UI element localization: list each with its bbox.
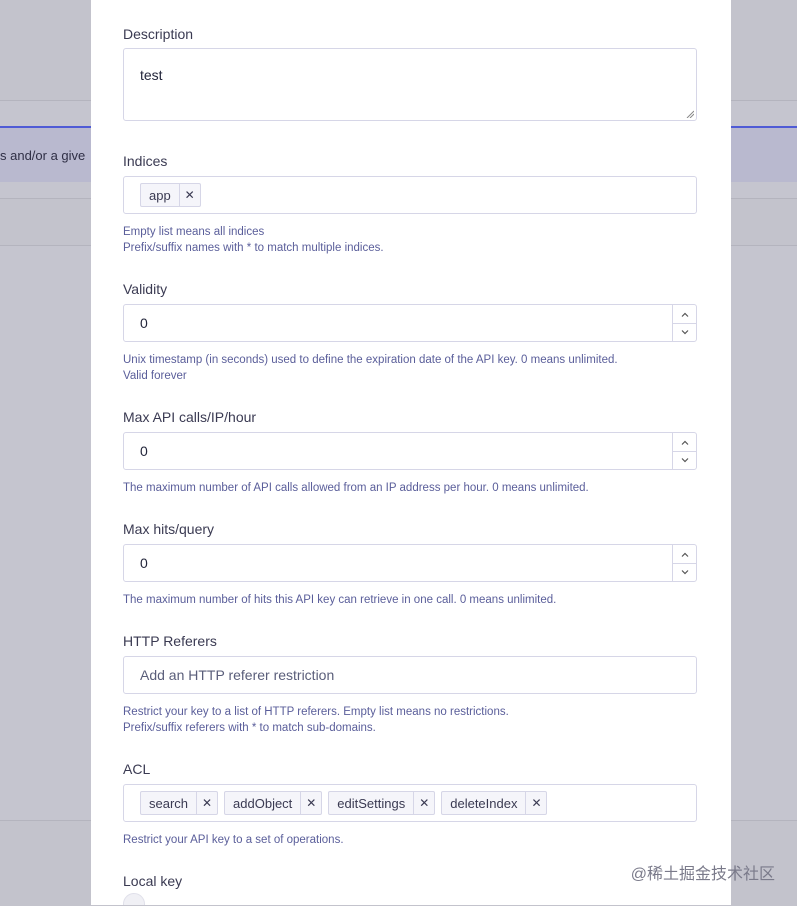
index-tag-label: app [149,187,171,203]
http-referers-label: HTTP Referers [123,633,217,649]
local-key-toggle[interactable] [123,893,145,905]
acl-tag-editsettings: editSettings ✕ [328,791,436,815]
description-textarea[interactable]: test [123,48,697,121]
max-hits-decrement-button[interactable] [673,563,696,581]
acl-tag-deleteindex: deleteIndex ✕ [441,791,548,815]
validity-help-line2: Valid forever [123,370,187,382]
remove-tag-icon[interactable]: ✕ [525,792,546,814]
acl-tag-search: search ✕ [140,791,219,815]
remove-tag-icon[interactable]: ✕ [413,792,434,814]
index-tag-app: app ✕ [140,183,201,207]
validity-spinner [672,305,696,341]
validity-value: 0 [140,315,148,331]
max-hits-spinner [672,545,696,581]
remove-tag-icon[interactable]: ✕ [178,184,200,206]
acl-tag-label: search [149,795,189,811]
validity-number-input[interactable]: 0 [123,304,697,342]
max-api-calls-number-input[interactable]: 0 [123,432,697,470]
indices-label: Indices [123,153,168,169]
max-api-calls-decrement-button[interactable] [673,451,696,469]
remove-tag-icon[interactable]: ✕ [196,792,217,814]
indices-help-line1: Empty list means all indices [123,226,265,238]
http-referers-field[interactable] [123,656,697,694]
resize-grip-icon[interactable] [686,110,694,118]
validity-decrement-button[interactable] [673,323,696,341]
background-banner-text: s and/or a give [0,148,86,163]
acl-tag-list: search ✕ addObject ✕ editSettings ✕ dele… [126,785,548,821]
description-label: Description [123,26,194,42]
max-api-calls-label: Max API calls/IP/hour [123,409,257,425]
max-hits-value: 0 [140,555,148,571]
description-value: test [140,67,163,83]
max-hits-number-input[interactable]: 0 [123,544,697,582]
chevron-up-icon [681,552,688,557]
chevron-down-icon [681,457,688,462]
indices-help: Empty list means all indices Prefix/suff… [123,224,384,256]
acl-tag-addobject: addObject ✕ [224,791,323,815]
acl-tag-input[interactable]: search ✕ addObject ✕ editSettings ✕ dele… [123,784,697,822]
acl-tag-label: addObject [233,795,293,811]
api-key-modal: Description test Indices app ✕ Empty lis… [91,0,731,905]
indices-help-line2: Prefix/suffix names with * to match mult… [123,242,384,254]
max-api-calls-value: 0 [140,443,148,459]
max-api-calls-help: The maximum number of API calls allowed … [123,482,589,494]
acl-tag-label: deleteIndex [450,795,518,811]
indices-tag-list: app ✕ [126,177,201,213]
validity-help-line1: Unix timestamp (in seconds) used to defi… [123,354,618,366]
indices-tag-input[interactable]: app ✕ [123,176,697,214]
max-hits-help: The maximum number of hits this API key … [123,594,557,606]
acl-tag-label: editSettings [337,795,406,811]
http-referers-help-line1: Restrict your key to a list of HTTP refe… [123,706,509,718]
chevron-up-icon [681,440,688,445]
http-referers-help: Restrict your key to a list of HTTP refe… [123,704,509,736]
validity-help: Unix timestamp (in seconds) used to defi… [123,352,618,384]
chevron-up-icon [681,312,688,317]
watermark: @稀土掘金技术社区 [630,866,775,883]
max-hits-increment-button[interactable] [673,545,696,564]
acl-help: Restrict your API key to a set of operat… [123,834,344,846]
local-key-label: Local key [123,873,183,889]
max-api-calls-spinner [672,433,696,469]
http-referers-input[interactable] [124,657,696,693]
validity-label: Validity [123,281,168,297]
chevron-down-icon [681,329,688,334]
acl-label: ACL [123,761,151,777]
validity-increment-button[interactable] [673,305,696,324]
chevron-down-icon [681,569,688,574]
http-referers-help-line2: Prefix/suffix referers with * to match s… [123,722,376,734]
remove-tag-icon[interactable]: ✕ [300,792,321,814]
max-api-calls-increment-button[interactable] [673,433,696,452]
max-hits-label: Max hits/query [123,521,215,537]
